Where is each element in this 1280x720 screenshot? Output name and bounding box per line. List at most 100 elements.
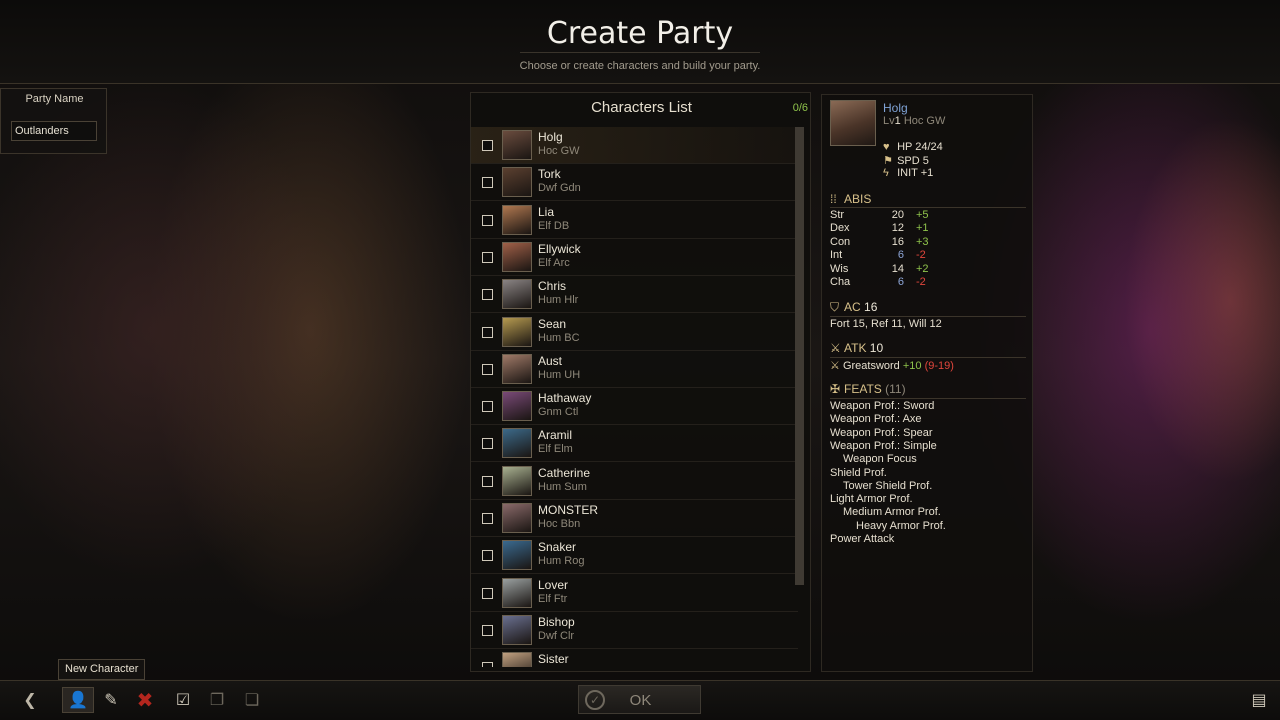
ability-value: 6 (897, 249, 904, 262)
character-checkbox[interactable] (482, 587, 493, 599)
atk-title: ⚔ ATK 10 (830, 341, 884, 355)
character-row-class: Dwf Clr (538, 629, 575, 642)
character-row-class: Hum Hlr (538, 294, 579, 307)
character-portrait-thumb (502, 316, 532, 347)
character-row-name: Snaker (538, 540, 577, 555)
character-row-name: Lia (538, 204, 555, 219)
character-checkbox[interactable] (482, 214, 493, 226)
character-portrait (830, 100, 876, 146)
tooltip: New Character (58, 659, 146, 680)
feat-item: Light Armor Prof. (830, 493, 913, 506)
character-row[interactable]: Ellywick Elf Arc (471, 239, 798, 276)
character-portrait-thumb (502, 540, 532, 571)
hp-stat: ♥ HP 24/24 (883, 141, 943, 153)
feats-divider (830, 398, 1026, 399)
character-row-name: Tork (538, 167, 561, 182)
pencil-icon: ✎ (104, 692, 118, 709)
character-checkbox[interactable] (482, 177, 493, 189)
edit-character-button[interactable]: ✎ (97, 687, 125, 713)
clipboard-icon: ❐ (209, 692, 225, 709)
character-row-class: Dwf Gdn (538, 182, 581, 195)
character-checkbox[interactable] (482, 401, 493, 413)
character-checkbox[interactable] (482, 326, 493, 338)
character-portrait-thumb (502, 167, 532, 198)
ok-button[interactable]: ✓ OK (578, 685, 701, 714)
ok-label: OK (629, 692, 652, 709)
character-row[interactable]: Lia Elf DB (471, 202, 798, 239)
character-checkbox[interactable] (482, 363, 493, 375)
ability-row: Wis 14 +2 (830, 263, 1026, 276)
character-row[interactable]: MONSTER Hoc Bbn (471, 500, 798, 537)
ac-divider (830, 316, 1026, 317)
paste-button[interactable]: ❏ (238, 687, 266, 713)
shield-icon: ⛉ (830, 300, 840, 314)
clipboard-paste-icon: ❏ (244, 692, 260, 709)
character-checkbox[interactable] (482, 289, 493, 301)
character-checkbox[interactable] (482, 438, 493, 450)
title-divider (520, 52, 760, 53)
ability-row: Con 16 +3 (830, 236, 1026, 249)
character-row-class: Hoc Bbn (538, 518, 581, 530)
character-row[interactable]: Aust Hum UH (471, 351, 798, 388)
character-row-name: Chris (538, 279, 567, 294)
character-row[interactable]: Sean Hum BC (471, 314, 798, 351)
character-checkbox[interactable] (482, 140, 493, 151)
ability-modifier: +1 (916, 222, 929, 235)
character-row[interactable]: Aramil Elf Elm (471, 425, 798, 463)
feats-title: ✠ FEATS (11) (830, 382, 906, 396)
characters-list-scrollbar[interactable] (795, 127, 804, 585)
character-row[interactable]: Lover Elf Ftr (471, 575, 798, 612)
character-row[interactable]: Sister (471, 649, 798, 667)
character-row-class: Elf DB (538, 219, 570, 232)
character-checkbox[interactable] (482, 513, 493, 524)
feat-item: Power Attack (830, 533, 895, 545)
new-character-button[interactable]: 👤 (62, 687, 94, 713)
back-button[interactable]: ❮ (16, 687, 44, 713)
delete-character-button[interactable]: ✖ (131, 687, 159, 713)
character-row[interactable]: Bishop Dwf Clr (471, 612, 798, 649)
character-row[interactable]: Chris Hum Hlr (471, 276, 798, 314)
select-button[interactable]: ☑ (169, 687, 197, 713)
character-checkbox[interactable] (482, 550, 493, 562)
character-portrait-thumb (502, 652, 532, 667)
character-row-name: MONSTER (538, 503, 598, 517)
add-person-icon: 👤 (68, 692, 88, 709)
running-icon: ⚑ (883, 155, 893, 167)
lightning-icon: ϟ (883, 167, 889, 179)
character-portrait-thumb (502, 614, 532, 645)
ability-name: Str (830, 209, 845, 221)
character-row-name: Catherine (538, 465, 591, 480)
character-checkbox[interactable] (482, 624, 493, 636)
character-row-class: Elf Arc (538, 256, 570, 269)
ability-row: Str 20 +5 (830, 209, 1026, 222)
character-row[interactable]: Catherine Hum Sum (471, 463, 798, 500)
feat-item: Weapon Prof.: Simple (830, 439, 937, 452)
character-row[interactable]: Snaker Hum Rog (471, 537, 798, 575)
character-row-class: Elf Ftr (538, 592, 568, 605)
character-row-name: Bishop (538, 614, 575, 629)
character-checkbox[interactable] (482, 251, 493, 263)
character-checkbox[interactable] (482, 662, 493, 667)
character-checkbox[interactable] (482, 475, 493, 487)
character-row[interactable]: Holg Hoc GW (471, 127, 798, 164)
party-name-panel: Party Name Outlanders (0, 88, 107, 154)
ability-modifier: +5 (916, 209, 929, 221)
feat-item: Weapon Prof.: Sword (830, 400, 935, 412)
character-row-class: Elf Elm (538, 443, 573, 456)
characters-list-title: Characters List (591, 99, 692, 116)
character-row-class: Gnm Ctl (538, 406, 579, 419)
copy-button[interactable]: ❐ (203, 687, 231, 713)
ability-row: Int 6 -2 (830, 249, 1026, 262)
character-row[interactable]: Hathaway Gnm Ctl (471, 388, 798, 426)
journal-button[interactable]: ▤ (1245, 687, 1273, 713)
character-portrait-thumb (502, 130, 532, 160)
party-name-input[interactable]: Outlanders (11, 121, 97, 141)
ability-name: Wis (830, 262, 849, 275)
character-row-name: Aramil (538, 428, 573, 443)
character-row[interactable]: Tork Dwf Gdn (471, 164, 798, 202)
character-row-name: Sister (538, 652, 569, 667)
spd-stat: ⚑ SPD 5 (883, 155, 929, 167)
character-portrait-thumb (502, 465, 532, 496)
ability-row: Cha 6 -2 (830, 276, 1026, 289)
character-portrait-thumb (502, 204, 532, 235)
